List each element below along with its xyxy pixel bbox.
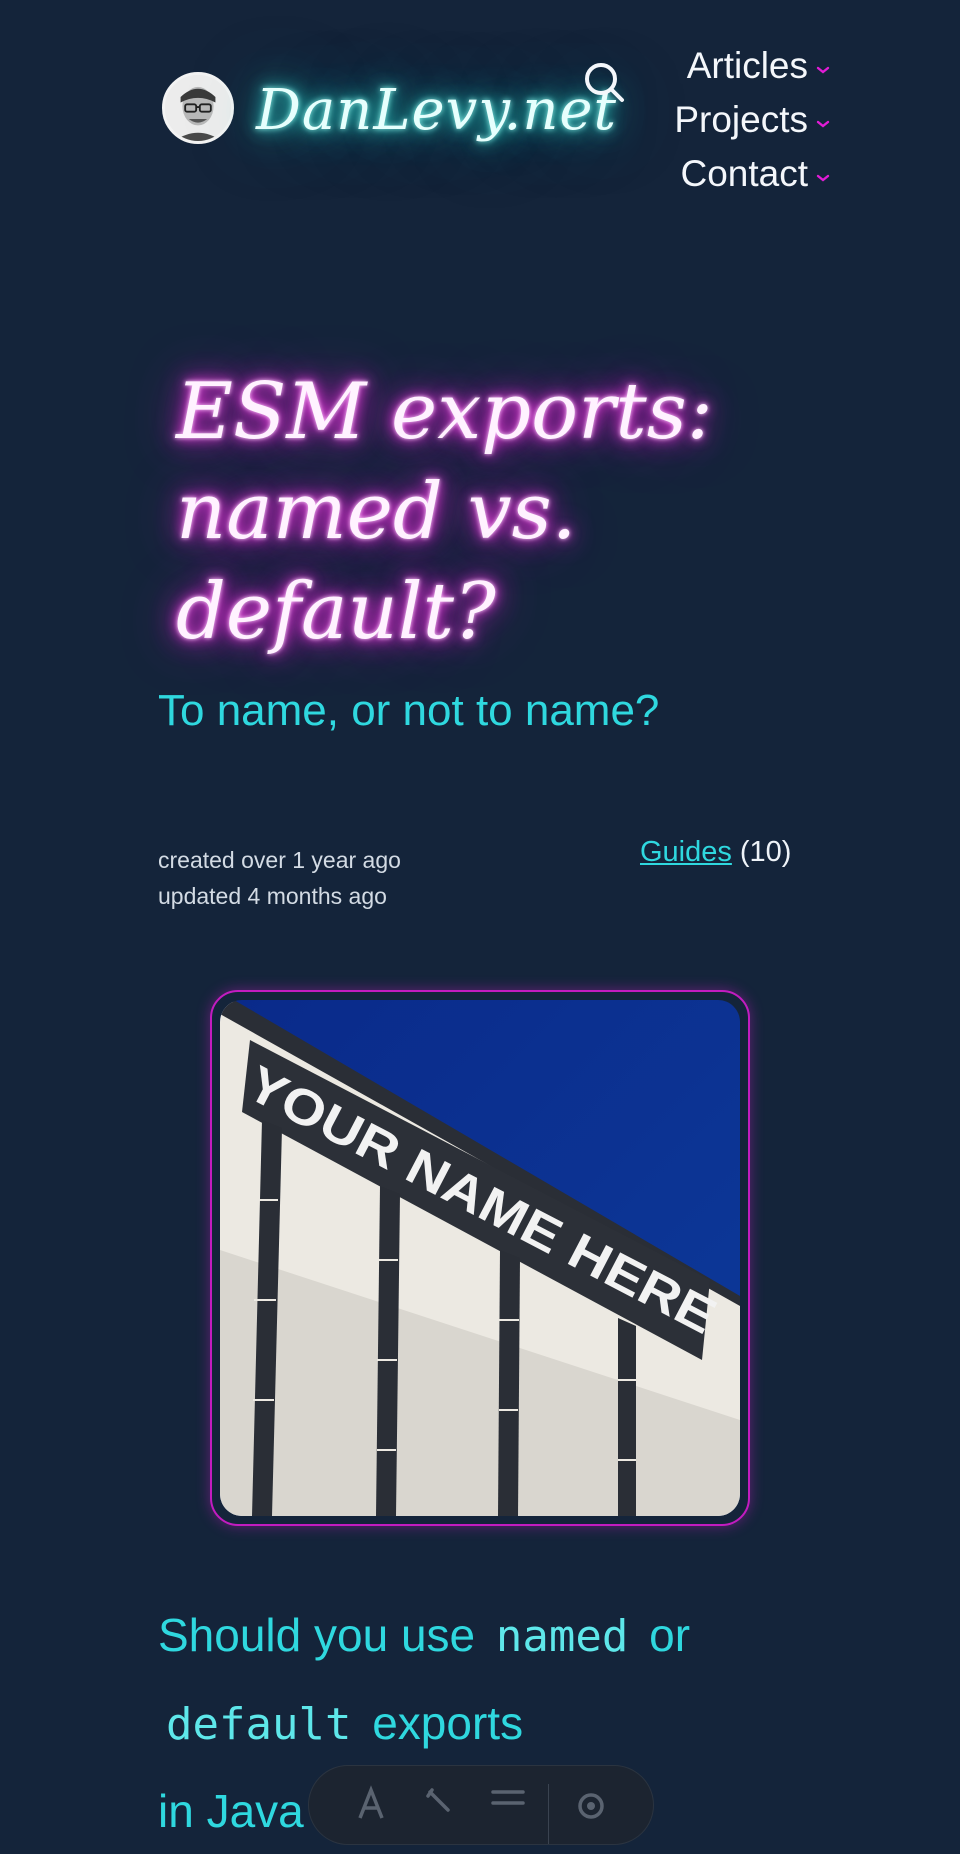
category-link[interactable]: Guides — [640, 836, 732, 868]
settings-icon — [578, 1793, 604, 1819]
category-count: (10) — [739, 836, 792, 868]
menu-button[interactable] — [474, 1784, 542, 1824]
page-title: ESM exports: named vs. default? — [176, 362, 816, 662]
menu-icon — [490, 1790, 525, 1805]
post-dates: created over 1 year ago updated 4 months… — [158, 842, 401, 914]
search-icon[interactable] — [580, 58, 628, 106]
reader-toolbar — [308, 1765, 654, 1845]
site-logo[interactable]: DanLevy.net — [256, 78, 617, 143]
hero-image: YOUR NAME HERE — [210, 990, 750, 1526]
nav-contact[interactable]: Contact — [680, 152, 830, 196]
brush-icon — [426, 1788, 451, 1812]
heading-text-4: in Java — [158, 1785, 304, 1837]
post-category: Guides (10) — [640, 836, 791, 869]
heading-text-1: Should you use — [158, 1609, 476, 1661]
main-nav: Articles Projects Contact — [630, 44, 830, 196]
settings-button[interactable] — [557, 1784, 625, 1824]
text-size-button[interactable] — [337, 1784, 405, 1824]
building-banner-image: YOUR NAME HERE — [220, 1000, 740, 1516]
chevron-down-icon — [816, 174, 830, 182]
updated-date: updated 4 months ago — [158, 883, 387, 909]
heading-text-2: or — [649, 1609, 691, 1661]
avatar-image — [165, 75, 231, 141]
page-title-line2: named vs. default? — [176, 467, 577, 657]
toolbar-divider — [547, 1784, 549, 1844]
text-size-icon — [358, 1785, 384, 1819]
created-date: created over 1 year ago — [158, 847, 401, 873]
nav-contact-label: Contact — [680, 153, 808, 194]
heading-text-3: exports — [372, 1697, 524, 1749]
chevron-down-icon — [816, 120, 830, 128]
nav-articles-label: Articles — [686, 45, 808, 86]
page-subtitle: To name, or not to name? — [158, 686, 660, 735]
nav-projects-label: Projects — [674, 99, 808, 140]
avatar[interactable] — [162, 72, 234, 144]
nav-articles[interactable]: Articles — [687, 44, 830, 88]
heading-code-named: named — [495, 1611, 629, 1662]
heading-code-default: default — [166, 1699, 352, 1750]
chevron-down-icon — [816, 66, 830, 74]
site-header: DanLevy.net Articles Projects Contact — [0, 0, 960, 230]
nav-projects[interactable]: Projects — [674, 98, 830, 142]
theme-button[interactable] — [405, 1784, 473, 1824]
page-title-line1: ESM exports: — [176, 367, 714, 457]
